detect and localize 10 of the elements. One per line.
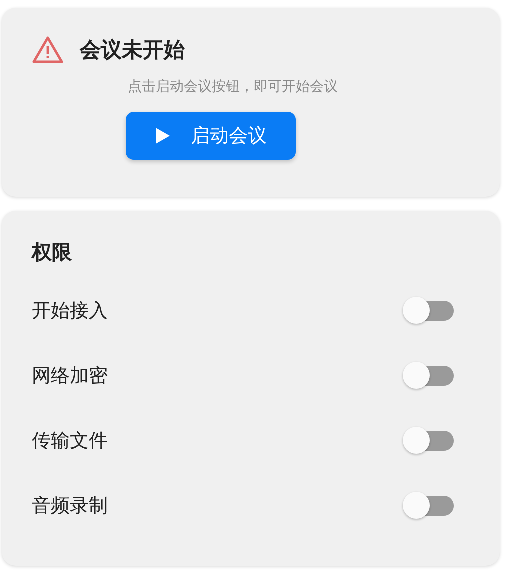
notice-title: 会议未开始 — [80, 37, 185, 64]
permission-label: 音频录制 — [32, 494, 108, 518]
warning-icon — [32, 36, 64, 64]
permission-label: 传输文件 — [32, 428, 108, 454]
permission-label: 开始接入 — [32, 298, 108, 324]
start-meeting-button[interactable]: 启动会议 — [126, 112, 296, 160]
section-title: 权限 — [32, 239, 73, 266]
permission-label: 网络加密 — [32, 364, 108, 388]
play-icon — [155, 127, 171, 145]
notice-hint: 点击启动会议按钮，即可开始会议 — [128, 78, 339, 96]
